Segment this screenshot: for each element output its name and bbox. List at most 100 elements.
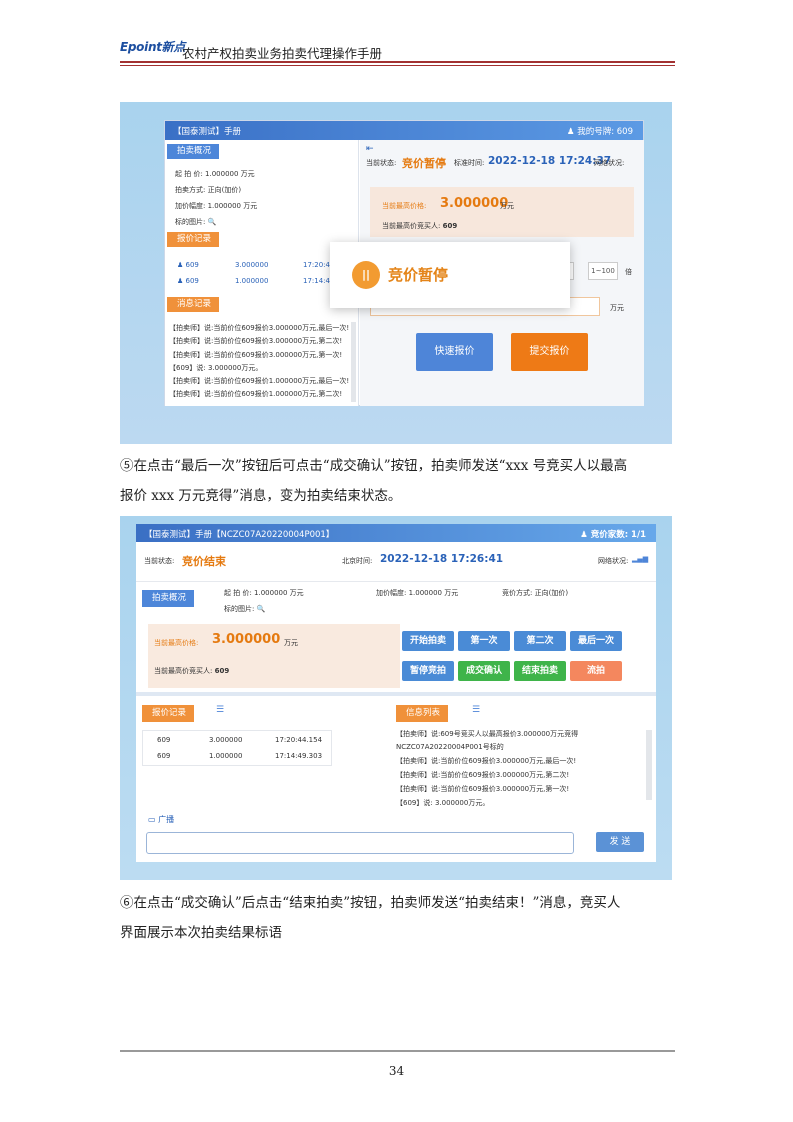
info-list-tag: 信息列表	[396, 705, 449, 722]
pause-icon: ||	[352, 261, 380, 289]
epoint-logo: Epoint新点	[120, 40, 186, 54]
header-rule-thin	[120, 65, 675, 66]
info-message-5: 【拍卖师】说:当前价位609报价3.000000万元,第一次!	[396, 785, 570, 793]
window-title: 【国泰测试】手册【NCZC07A20220004P001】	[144, 530, 335, 540]
highest-price-label: 当前最高价格:	[382, 202, 427, 210]
list-icon[interactable]: ☰	[472, 705, 480, 715]
price-increment: 加价幅度: 1.000000 万元	[376, 589, 459, 597]
price-increment: 加价幅度: 1.000000 万元	[175, 202, 258, 210]
user-icon: ♟	[177, 277, 186, 285]
multiple-label: 倍	[625, 268, 632, 276]
highest-price: 3.000000	[440, 196, 509, 211]
bid-row-1-time: 17:20:44.154	[275, 736, 323, 744]
send-button[interactable]: 发 送	[596, 832, 644, 852]
message-5: 【拍卖师】说:当前价位609报价1.000000万元,最后一次!	[169, 377, 350, 385]
pause-bidding-button[interactable]: 暂停竞拍	[402, 661, 454, 681]
submit-bid-button[interactable]: 提交报价	[511, 333, 588, 371]
manual-title: 农村产权拍卖业务拍卖代理操作手册	[182, 46, 383, 61]
broadcast-label: ▭ 广播	[148, 815, 175, 824]
step-5-text: ⑤在点击“最后一次”按钮后可点击“成交确认”按钮，拍卖师发送“xxx 号竞买人以…	[120, 451, 680, 511]
bid-row-2-price: 1.000000	[235, 277, 269, 285]
auction-method: 拍卖方式: 正向(加价)	[175, 186, 242, 194]
footer-rule	[120, 1050, 675, 1052]
bidder-count: ♟ 竞价家数: 1/1	[580, 530, 646, 540]
highest-price-box: 当前最高价格: 3.000000 万元 当前最高价竞买人: 609	[370, 187, 634, 237]
info-message-4: 【拍卖师】说:当前价位609报价3.000000万元,第二次!	[396, 771, 570, 779]
users-icon: ♟	[580, 530, 591, 540]
highest-price-unit: 万元	[500, 202, 514, 210]
page-number: 34	[388, 1064, 405, 1078]
bid-row-1-bidder: ♟ 609	[177, 261, 199, 269]
bid-row-2-price: 1.000000	[209, 752, 243, 760]
current-status: 竞价暂停	[402, 157, 446, 170]
collapse-icon[interactable]: ⇤	[366, 144, 374, 154]
message-tag: 消息记录	[167, 297, 220, 312]
bid-row-2-time: 17:14:49.303	[275, 752, 323, 760]
info-message-2: NCZC07A20220004P001号标的	[396, 743, 504, 751]
window-title-bar: 【国泰测试】手册【NCZC07A20220004P001】 ♟ 竞价家数: 1/…	[136, 524, 656, 542]
message-4: 【609】说: 3.000000万元。	[169, 364, 263, 372]
message-1: 【拍卖师】说:当前价位609报价3.000000万元,最后一次!	[169, 324, 350, 332]
multiple-input[interactable]: 1~100	[588, 262, 618, 280]
bid-record-tag: 报价记录	[142, 705, 195, 722]
list-icon[interactable]: ☰	[216, 705, 224, 715]
target-image-label: 标的图片: 🔍	[175, 218, 217, 226]
abort-auction-button[interactable]: 流拍	[570, 661, 622, 681]
section-divider	[136, 692, 656, 696]
auctioneer-window: 【国泰测试】手册【NCZC07A20220004P001】 ♟ 竞价家数: 1/…	[136, 524, 656, 862]
overview-row: 拍卖概况 起 拍 价: 1.000000 万元 标的图片: 🔍 加价幅度: 1.…	[136, 582, 656, 622]
message-scrollbar[interactable]	[351, 322, 356, 402]
second-call-button[interactable]: 第二次	[514, 631, 566, 651]
confirm-deal-button[interactable]: 成交确认	[458, 661, 510, 681]
step-6-line-1: ⑥在点击“成交确认”后点击“结束拍卖”按钮，拍卖师发送“拍卖结束！”消息，竞买人	[120, 895, 621, 911]
info-message-3: 【拍卖师】说:当前价位609报价3.000000万元,最后一次!	[396, 757, 577, 765]
highest-price-label: 当前最高价格:	[154, 639, 199, 647]
network-label: 网络状况:	[594, 159, 625, 167]
highest-bidder-label: 当前最高价竞买人: 609	[154, 667, 230, 675]
bid-row-2-bidder: ♟ 609	[177, 277, 199, 285]
time-label: 北京时间:	[342, 557, 373, 565]
image-search-icon[interactable]: 🔍	[257, 605, 266, 613]
start-auction-button[interactable]: 开始拍卖	[402, 631, 454, 651]
broadcast-input[interactable]	[146, 832, 574, 854]
screenshot-bidding-ended: 【国泰测试】手册【NCZC07A20220004P001】 ♟ 竞价家数: 1/…	[120, 516, 672, 880]
start-price: 起 拍 价: 1.000000 万元	[175, 170, 255, 178]
last-call-button[interactable]: 最后一次	[570, 631, 622, 651]
step-5-line-2: 报价 xxx 万元竞得”消息，变为拍卖结束状态。	[120, 488, 402, 504]
window-title-bar: 【国泰测试】手册 ♟ 我的号牌: 609	[165, 121, 643, 140]
chat-icon: ▭	[148, 815, 159, 824]
info-message-1: 【拍卖师】说:609号竞买人以最高报价3.000000万元竞得	[396, 730, 579, 738]
status-bar: 当前状态: 竞价结束 北京时间: 2022-12-18 17:26:41 网络状…	[136, 542, 656, 582]
step-5-line-1: ⑤在点击“最后一次”按钮后可点击“成交确认”按钮，拍卖师发送“xxx 号竞买人以…	[120, 458, 628, 474]
popup-text: 竞价暂停	[388, 266, 449, 284]
image-search-icon[interactable]: 🔍	[208, 218, 217, 226]
bid-row-2-bidder: 609	[157, 752, 171, 760]
bid-record-tag: 报价记录	[167, 232, 220, 247]
status-label: 当前状态:	[144, 557, 175, 565]
info-scrollbar[interactable]	[646, 730, 652, 800]
my-bid-number: ♟ 我的号牌: 609	[566, 127, 633, 137]
step-6-line-2: 界面展示本次拍卖结果标语	[120, 925, 282, 941]
header-rule	[120, 61, 675, 63]
bid-amount-unit: 万元	[610, 304, 624, 312]
pause-popup: || 竞价暂停	[330, 242, 570, 308]
message-6: 【拍卖师】说:当前价位609报价1.000000万元,第二次!	[169, 390, 343, 398]
bid-row-1-bidder: 609	[157, 736, 171, 744]
highest-price: 3.000000	[212, 632, 281, 647]
info-message-6: 【609】说: 3.000000万元。	[396, 799, 490, 807]
end-auction-button[interactable]: 结束拍卖	[514, 661, 566, 681]
quick-bid-button[interactable]: 快速报价	[416, 333, 493, 371]
highest-bidder-label: 当前最高价竞买人: 609	[382, 222, 458, 230]
highest-price-box: 当前最高价格: 3.000000 万元 当前最高价竞买人: 609	[148, 624, 400, 688]
user-icon: ♟	[177, 261, 186, 269]
page-header: Epoint新点 农村产权拍卖业务拍卖代理操作手册	[120, 36, 675, 68]
bidding-method: 竞价方式: 正向(加价)	[502, 589, 569, 597]
current-status: 竞价结束	[182, 555, 226, 568]
first-call-button[interactable]: 第一次	[458, 631, 510, 651]
network-label: 网络状况:	[598, 557, 629, 565]
current-time: 2022-12-18 17:26:41	[380, 553, 504, 565]
bid-row-1-price: 3.000000	[235, 261, 269, 269]
user-icon: ♟	[566, 127, 578, 137]
window-title: 【国泰测试】手册	[173, 127, 242, 137]
bid-row-1-price: 3.000000	[209, 736, 243, 744]
